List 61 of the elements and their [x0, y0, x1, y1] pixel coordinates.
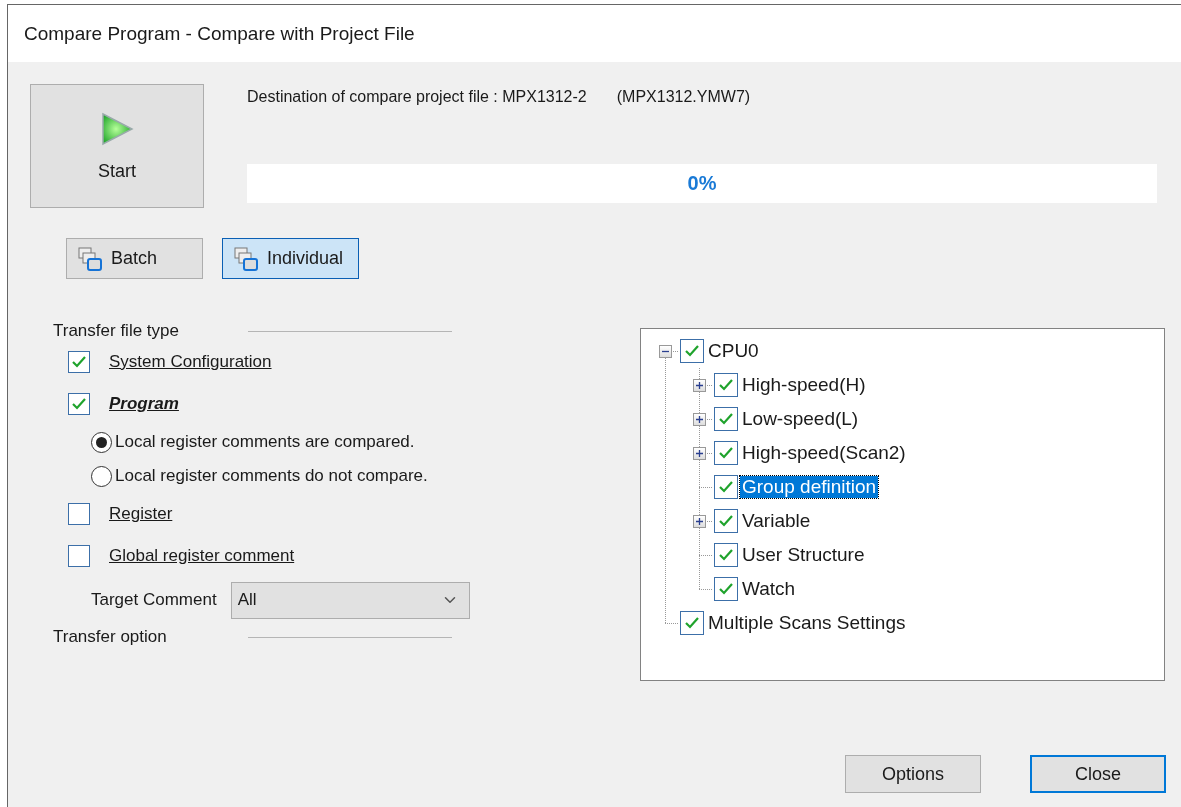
- dropdown-label: Target Comment: [91, 590, 217, 610]
- check-icon: [718, 480, 734, 494]
- tree-checkbox[interactable]: [714, 577, 738, 601]
- check-icon: [71, 397, 87, 411]
- tree-checkbox[interactable]: [714, 475, 738, 499]
- check-icon: [718, 514, 734, 528]
- checkbox[interactable]: [68, 393, 90, 415]
- start-button[interactable]: Start: [30, 84, 204, 208]
- check-icon: [718, 378, 734, 392]
- destination-label: Destination of compare project file : MPX1312-2: [247, 88, 587, 106]
- tree-item[interactable]: High-speed(H): [740, 374, 868, 396]
- tree-item[interactable]: Multiple Scans Settings: [706, 612, 908, 634]
- windows-icon: [77, 245, 103, 272]
- expand-icon[interactable]: [693, 413, 706, 426]
- section-heading: Transfer file type: [53, 321, 180, 341]
- check-icon: [684, 344, 700, 358]
- radio-label[interactable]: Local register comments do not compare.: [115, 466, 428, 486]
- checkbox[interactable]: [68, 545, 90, 567]
- expand-icon[interactable]: [693, 379, 706, 392]
- checkbox-label[interactable]: Global register comment: [109, 546, 295, 566]
- check-icon: [718, 548, 734, 562]
- check-icon: [718, 582, 734, 596]
- checkbox-label[interactable]: Program: [109, 394, 179, 414]
- mode-button[interactable]: Individual: [222, 238, 359, 279]
- dialog-button[interactable]: Close: [1030, 755, 1166, 793]
- check-icon: [71, 355, 87, 369]
- radio-label[interactable]: Local register comments are compared.: [115, 432, 415, 452]
- radio-button[interactable]: [91, 431, 112, 453]
- mode-button[interactable]: Batch: [66, 238, 203, 279]
- tree-item[interactable]: CPU0: [706, 340, 761, 362]
- section-heading: Transfer option: [53, 627, 168, 647]
- tree-checkbox[interactable]: [714, 441, 738, 465]
- destination-file: (MPX1312.YMW7): [616, 88, 751, 106]
- tree-item[interactable]: Variable: [740, 510, 813, 532]
- tree-checkbox[interactable]: [714, 407, 738, 431]
- check-icon: [718, 446, 734, 460]
- tree-item[interactable]: User Structure: [740, 544, 867, 566]
- tree-checkbox[interactable]: [680, 611, 704, 635]
- dialog-button[interactable]: Options: [845, 755, 981, 793]
- checkbox[interactable]: [68, 351, 90, 373]
- tree-item[interactable]: Group definition: [740, 476, 879, 498]
- play-icon: [99, 110, 135, 147]
- window-title: Compare Program - Compare with Project File: [8, 5, 1181, 62]
- collapse-icon[interactable]: [659, 345, 672, 358]
- target-comment-dropdown[interactable]: All: [230, 581, 470, 619]
- tree-item[interactable]: Low-speed(L): [740, 408, 861, 430]
- tree-checkbox[interactable]: [714, 543, 738, 567]
- expand-icon[interactable]: [693, 515, 706, 528]
- checkbox-label[interactable]: System Configuration: [109, 352, 272, 372]
- tree-item[interactable]: Watch: [740, 578, 798, 600]
- radio-button[interactable]: [91, 465, 112, 487]
- checkbox[interactable]: [68, 503, 90, 525]
- expand-icon[interactable]: [693, 447, 706, 460]
- check-icon: [684, 616, 700, 630]
- windows-icon: [233, 245, 259, 272]
- tree-checkbox[interactable]: [680, 339, 704, 363]
- check-icon: [718, 412, 734, 426]
- checkbox-label[interactable]: Register: [109, 504, 173, 524]
- tree-checkbox[interactable]: [714, 373, 738, 397]
- tree-item[interactable]: High-speed(Scan2): [740, 442, 908, 464]
- tree-checkbox[interactable]: [714, 509, 738, 533]
